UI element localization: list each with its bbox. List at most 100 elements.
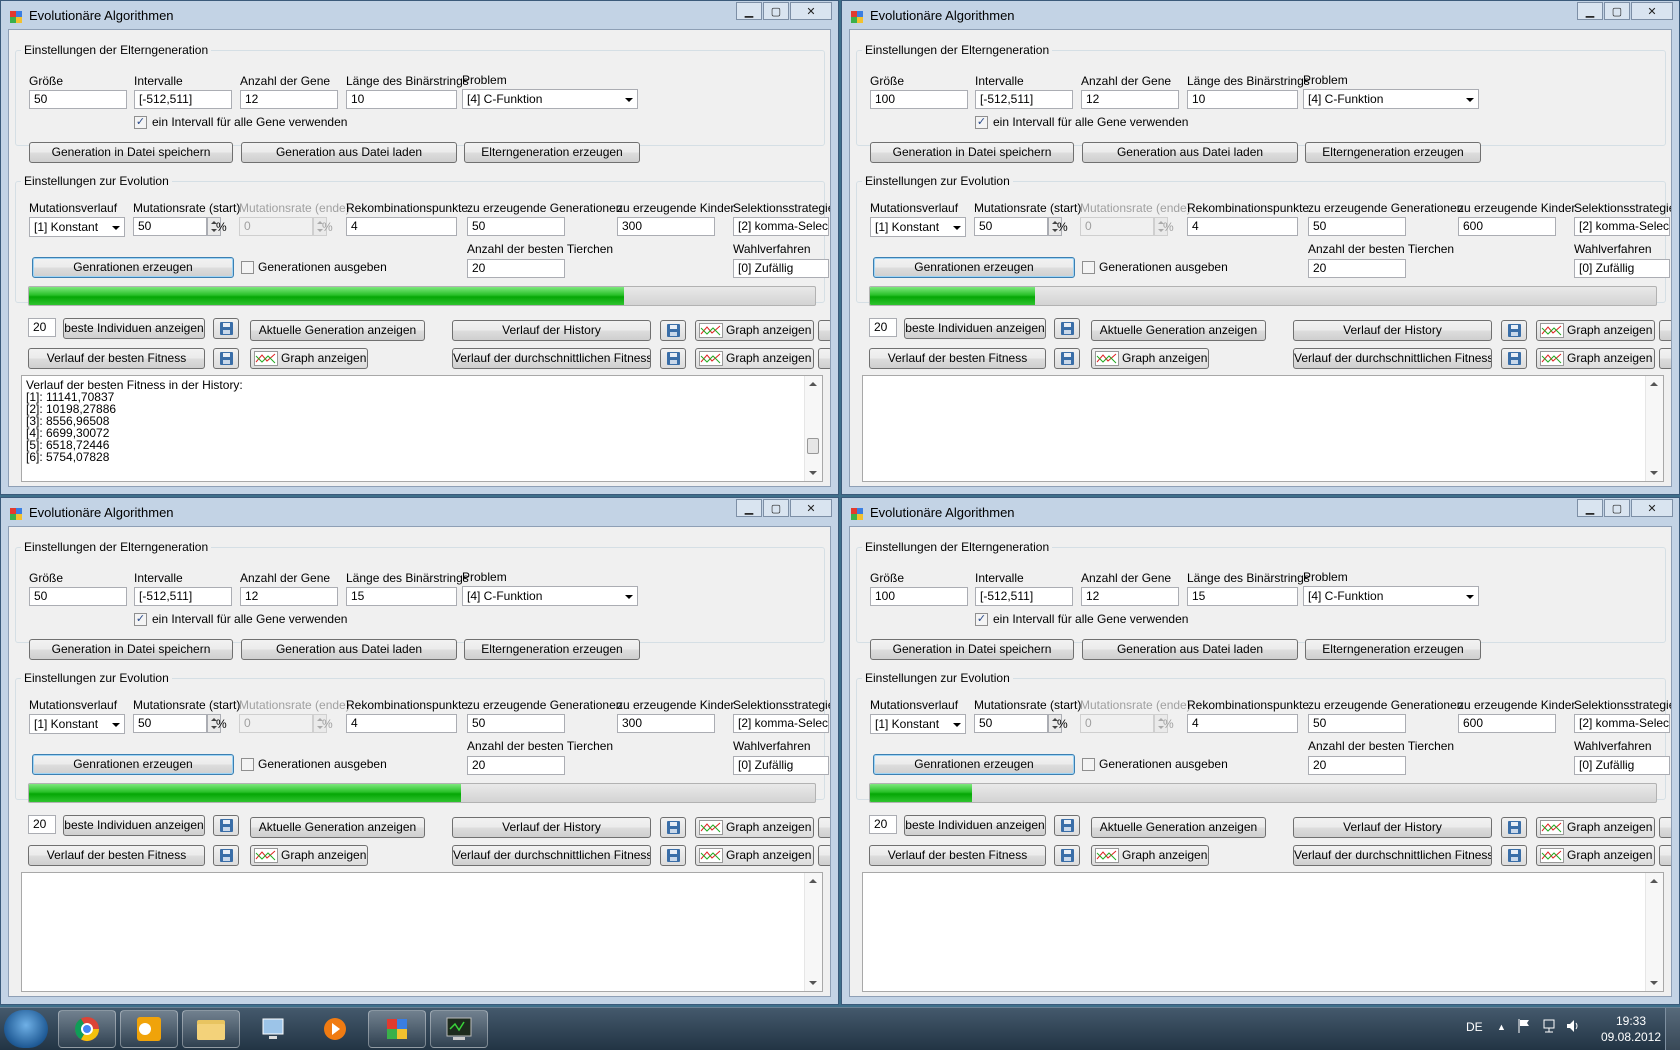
scroll-down-icon[interactable] <box>809 471 817 475</box>
zu-erzeugende-generationen-input[interactable]: 50 <box>467 217 565 236</box>
ein-intervall-checkbox[interactable]: ✓ <box>975 116 988 129</box>
mutationsrate-start-spinner[interactable]: 50 <box>974 714 1062 733</box>
outlook-icon[interactable] <box>120 1010 178 1048</box>
save-generation-button[interactable]: Generation in Datei speichern <box>29 142 233 163</box>
mutationsrate-start-spinner[interactable]: 50 <box>974 217 1062 236</box>
rekombinationspunkte-input[interactable]: 4 <box>346 217 457 236</box>
output-textbox[interactable] <box>862 375 1664 482</box>
best-fitness-history-button[interactable]: Verlauf der besten Fitness <box>869 348 1046 369</box>
anzahl-besten-input[interactable]: 20 <box>467 259 565 278</box>
show-best-individuals-button[interactable]: beste Individuen anzeigen <box>63 318 205 339</box>
ein-intervall-checkbox[interactable]: ✓ <box>134 116 147 129</box>
generationen-ausgeben-checkbox[interactable] <box>1082 261 1095 274</box>
groesse-input[interactable]: 100 <box>870 90 968 109</box>
rekombinationspunkte-input[interactable]: 4 <box>346 714 457 733</box>
generate-generations-button[interactable]: Genrationen erzeugen <box>32 257 234 278</box>
generate-generations-button[interactable]: Genrationen erzeugen <box>873 257 1075 278</box>
clock-date[interactable]: 09.08.2012 <box>1600 1030 1662 1044</box>
anzahl-gene-input[interactable]: 12 <box>240 90 338 109</box>
save-button[interactable] <box>1054 318 1080 339</box>
scrollbar[interactable] <box>1645 376 1663 481</box>
save-button[interactable] <box>660 320 686 341</box>
scroll-up-icon[interactable] <box>1650 382 1658 386</box>
scrollbar[interactable] <box>1645 873 1663 991</box>
scroll-thumb[interactable] <box>807 438 819 454</box>
mutationsverlauf-select[interactable]: [1] Konstant <box>870 714 966 734</box>
generationen-ausgeben-checkbox[interactable] <box>241 758 254 771</box>
selektionsstrategie-select[interactable]: [2] komma-Selection <box>1574 714 1670 733</box>
save-button[interactable] <box>1054 815 1080 836</box>
create-parent-generation-button[interactable]: Elterngeneration erzeugen <box>464 639 640 660</box>
zu-erzeugende-generationen-input[interactable]: 50 <box>1308 714 1406 733</box>
problem-select[interactable]: [4] C-Funktion <box>1303 89 1479 109</box>
ein-intervall-checkbox[interactable]: ✓ <box>975 613 988 626</box>
network-tray-icon[interactable] <box>1541 1018 1557 1037</box>
graph-button[interactable]: Graph anzeigen <box>1091 348 1209 369</box>
zu-erzeugende-kinder-input[interactable]: 300 <box>617 714 715 733</box>
anzahl-gene-input[interactable]: 12 <box>1081 90 1179 109</box>
anzahl-gene-input[interactable]: 12 <box>1081 587 1179 606</box>
best-fitness-history-button[interactable]: Verlauf der besten Fitness <box>28 845 205 866</box>
save-generation-button[interactable]: Generation in Datei speichern <box>29 639 233 660</box>
best-fitness-history-button[interactable]: Verlauf der besten Fitness <box>869 845 1046 866</box>
save-generation-button[interactable]: Generation in Datei speichern <box>870 639 1074 660</box>
problem-select[interactable]: [4] C-Funktion <box>462 89 638 109</box>
generationen-ausgeben-checkbox[interactable] <box>241 261 254 274</box>
scrollbar[interactable] <box>804 873 822 991</box>
show-best-individuals-button[interactable]: beste Individuen anzeigen <box>904 815 1046 836</box>
scroll-down-icon[interactable] <box>1650 471 1658 475</box>
create-parent-generation-button[interactable]: Elterngeneration erzeugen <box>464 142 640 163</box>
history-button[interactable]: Verlauf der History <box>452 817 651 838</box>
title-bar[interactable]: Evolutionäre Algorithmen ▁ ▢ ✕ <box>842 1 1679 31</box>
graph-button[interactable]: Graph anzeigen <box>695 817 814 838</box>
average-fitness-history-button[interactable]: Verlauf der durchschnittlichen Fitness <box>1293 845 1492 866</box>
output-textbox[interactable]: Verlauf der besten Fitness in der Histor… <box>21 375 823 482</box>
scroll-up-icon[interactable] <box>1650 879 1658 883</box>
save-button[interactable] <box>660 845 686 866</box>
clock-time[interactable]: 19:33 <box>1608 1014 1654 1028</box>
graph-button[interactable]: Graph anzeigen <box>250 845 368 866</box>
average-fitness-history-button[interactable]: Verlauf der durchschnittlichen Fitness <box>452 348 651 369</box>
show-best-individuals-button[interactable]: beste Individuen anzeigen <box>63 815 205 836</box>
close-icon[interactable]: ✕ <box>790 499 832 517</box>
load-generation-button[interactable]: Generation aus Datei laden <box>241 142 457 163</box>
save-button[interactable] <box>213 815 239 836</box>
maximize-icon[interactable]: ▢ <box>763 499 789 517</box>
rekombinationspunkte-input[interactable]: 4 <box>1187 217 1298 236</box>
minimize-icon[interactable]: ▁ <box>736 2 762 20</box>
show-current-generation-button[interactable]: Aktuelle Generation anzeigen <box>1091 320 1266 341</box>
app-taskbar-icon[interactable] <box>368 1010 426 1048</box>
groesse-input[interactable]: 50 <box>29 587 127 606</box>
minimize-icon[interactable]: ▁ <box>1577 2 1603 20</box>
load-generation-button[interactable]: Generation aus Datei laden <box>1082 142 1298 163</box>
anzahl-gene-input[interactable]: 12 <box>240 587 338 606</box>
history-button[interactable]: Verlauf der History <box>452 320 651 341</box>
individuen-count-input[interactable]: 20 <box>28 815 56 834</box>
graph-button[interactable]: Graph anzeigen <box>1536 817 1655 838</box>
anzahl-besten-input[interactable]: 20 <box>467 756 565 775</box>
graph-button[interactable]: Graph anzeigen <box>695 845 814 866</box>
save-button[interactable] <box>660 348 686 369</box>
graph-button[interactable]: Graph anzeigen <box>250 348 368 369</box>
selektionsstrategie-select[interactable]: [2] komma-Selection <box>733 714 829 733</box>
wahlverfahren-select[interactable]: [0] Zufällig <box>1574 756 1670 775</box>
save-button[interactable] <box>1501 320 1527 341</box>
groesse-input[interactable]: 50 <box>29 90 127 109</box>
laenge-binaer-input[interactable]: 10 <box>346 90 457 109</box>
zu-erzeugende-generationen-input[interactable]: 50 <box>467 714 565 733</box>
show-current-generation-button[interactable]: Aktuelle Generation anzeigen <box>1091 817 1266 838</box>
minimize-icon[interactable]: ▁ <box>1577 499 1603 517</box>
graph-button[interactable]: Graph anzeigen <box>1536 348 1655 369</box>
zu-erzeugende-generationen-input[interactable]: 50 <box>1308 217 1406 236</box>
terminal-icon[interactable] <box>430 1010 488 1048</box>
close-icon[interactable]: ✕ <box>790 2 832 20</box>
wahlverfahren-select[interactable]: [0] Zufällig <box>733 259 829 278</box>
maximize-icon[interactable]: ▢ <box>763 2 789 20</box>
best-fitness-history-button[interactable]: Verlauf der besten Fitness <box>28 348 205 369</box>
scroll-up-icon[interactable] <box>809 382 817 386</box>
load-generation-button[interactable]: Generation aus Datei laden <box>241 639 457 660</box>
wahlverfahren-select[interactable]: [0] Zufällig <box>733 756 829 775</box>
scroll-down-icon[interactable] <box>1650 981 1658 985</box>
folder-icon[interactable] <box>182 1010 240 1048</box>
close-icon[interactable]: ✕ <box>1631 2 1673 20</box>
